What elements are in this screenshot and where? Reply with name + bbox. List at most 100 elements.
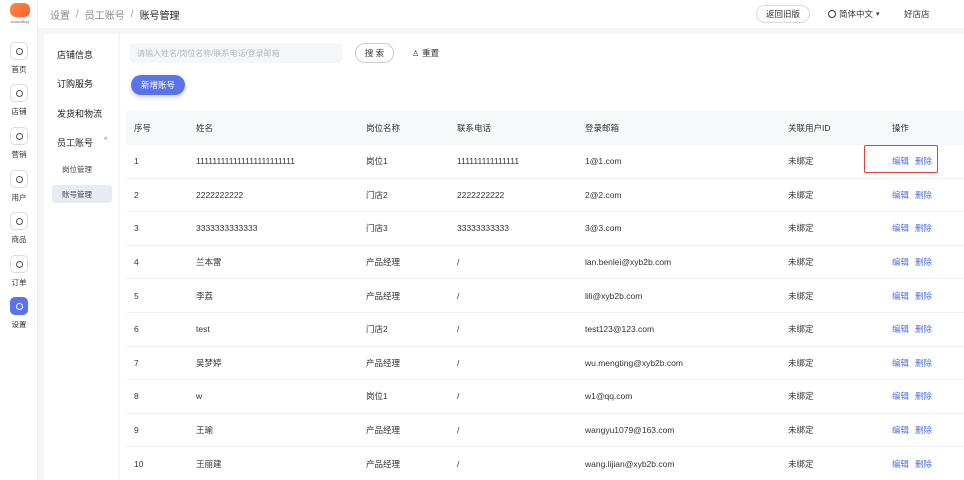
breadcrumb-item-settings[interactable]: 设置	[50, 7, 70, 22]
rail-item[interactable]: 商品	[0, 212, 38, 252]
table-cell: 吴梦婷	[196, 357, 222, 368]
table-row: 2 2222222222 门店2 2222222222 2@2.com 未绑定 编辑 删除	[126, 179, 964, 213]
column-header: 岗位名称	[366, 123, 401, 133]
delete-button[interactable]: 删除	[915, 390, 932, 402]
table-cell: 3	[134, 223, 139, 234]
table-cell: wu.mengting@xyb2b.com	[585, 357, 683, 368]
rail-item[interactable]: 店铺	[0, 84, 38, 124]
table-body: 1 111111111111111111111111 岗位1 111111111111…	[126, 145, 964, 480]
edit-button[interactable]: 编辑	[892, 290, 909, 302]
delete-button[interactable]: 删除	[915, 323, 932, 335]
breadcrumb-separator: /	[76, 8, 79, 20]
reset-label: 重置	[422, 48, 440, 58]
delete-button[interactable]: 删除	[915, 256, 932, 268]
breadcrumb-item-staff[interactable]: 员工账号	[85, 7, 125, 22]
sidebar-item-shipping[interactable]: 发货和物流	[57, 107, 102, 120]
rail-item[interactable]: 首页	[0, 42, 38, 82]
rail-item-label: 订单	[11, 278, 27, 287]
table-cell: test123@123.com	[585, 324, 655, 335]
table-row: 7 吴梦婷 产品经理 / wu.mengting@xyb2b.com 未绑定 编辑 删除	[126, 347, 964, 381]
table-cell: 2@2.com	[585, 189, 622, 200]
edit-button[interactable]: 编辑	[892, 256, 909, 268]
table-cell: 李荔	[196, 290, 214, 301]
table-cell: lan.benlei@xyb2b.com	[585, 257, 672, 268]
table-cell: /	[457, 290, 460, 301]
sidebar-item-shop-info[interactable]: 店铺信息	[57, 48, 93, 61]
row-actions: 编辑 删除	[892, 347, 938, 380]
delete-button[interactable]: 删除	[915, 189, 932, 201]
sidebar-item-account-management[interactable]: 账号管理	[52, 185, 112, 203]
table-cell: 2	[134, 189, 139, 200]
table-cell: wangyu1079@163.com	[585, 425, 675, 436]
column-header: 联系电话	[457, 123, 492, 133]
rail-item-label: 营销	[11, 150, 27, 159]
breadcrumb: 设置 / 员工账号 / 账号管理	[50, 7, 180, 22]
table-cell: 未绑定	[788, 156, 814, 167]
table-cell: 门店3	[366, 223, 388, 234]
table-cell: wang.lijian@xyb2b.com	[585, 458, 675, 469]
table-cell: 5	[134, 290, 139, 301]
edit-button[interactable]: 编辑	[892, 357, 909, 369]
accounts-table: 序号 姓名 岗位名称 联系电话 登录邮箱 关联用户ID 操作 1 11111111…	[126, 111, 964, 480]
table-cell: 3333333333333	[196, 223, 258, 234]
rail-item[interactable]: 用户	[0, 170, 38, 210]
delete-button[interactable]: 删除	[915, 458, 932, 470]
table-cell: lili@xyb2b.com	[585, 290, 643, 301]
rail-item[interactable]: 设置	[0, 297, 38, 337]
app-logo[interactable]: UnionBuy	[9, 3, 31, 29]
table-header: 序号 姓名 岗位名称 联系电话 登录邮箱 关联用户ID 操作	[126, 111, 964, 145]
delete-button[interactable]: 删除	[915, 424, 932, 436]
edit-button[interactable]: 编辑	[892, 323, 909, 335]
language-selector[interactable]: 简体中文 ▾	[828, 8, 880, 20]
edit-button[interactable]: 编辑	[892, 155, 909, 167]
row-actions: 编辑 删除	[892, 212, 938, 245]
row-actions: 编辑 删除	[892, 246, 938, 279]
delete-button[interactable]: 删除	[915, 290, 932, 302]
edit-button[interactable]: 编辑	[892, 458, 909, 470]
table-row: 10 王丽建 产品经理 / wang.lijian@xyb2b.com 未绑定 编辑 删除	[126, 447, 964, 480]
edit-button[interactable]: 编辑	[892, 390, 909, 402]
search-input[interactable]	[130, 43, 342, 63]
rail-item-label: 商品	[11, 235, 27, 244]
bag-icon	[10, 212, 28, 230]
column-header: 关联用户ID	[788, 123, 831, 133]
table-row: 8 w 岗位1 / w1@qq.com 未绑定 编辑 删除	[126, 380, 964, 414]
back-to-old-version-button[interactable]: 返回旧版	[756, 5, 810, 23]
row-actions: 编辑 删除	[892, 447, 938, 480]
reset-button[interactable]: ♙ 重置	[412, 47, 439, 59]
table-cell: 3@3.com	[585, 223, 622, 234]
sidebar-item-staff-accounts[interactable]: 员工账号	[57, 136, 93, 149]
sidebar-item-positions[interactable]: 岗位管理	[52, 160, 112, 178]
table-cell: 111111111111111	[457, 156, 520, 167]
edit-button[interactable]: 编辑	[892, 424, 909, 436]
search-button[interactable]: 搜 索	[355, 43, 394, 63]
edit-button[interactable]: 编辑	[892, 189, 909, 201]
edit-button[interactable]: 编辑	[892, 222, 909, 234]
rail-item-label: 用户	[11, 193, 27, 202]
row-actions: 编辑 删除	[892, 279, 938, 312]
delete-button[interactable]: 删除	[915, 155, 932, 167]
table-cell: 王瑜	[196, 425, 214, 436]
delete-button[interactable]: 删除	[915, 222, 932, 234]
language-label: 简体中文	[839, 9, 874, 19]
chevron-up-icon[interactable]: ^	[104, 137, 107, 144]
table-cell: 7	[134, 357, 139, 368]
chevron-down-icon: ▾	[876, 11, 880, 18]
table-cell: w1@qq.com	[585, 391, 633, 402]
shop-name[interactable]: 好店店	[904, 8, 930, 20]
table-cell: w	[196, 391, 203, 402]
logo-text: UnionBuy	[10, 19, 30, 24]
table-cell: 10	[134, 458, 144, 469]
rail-item[interactable]: 营销	[0, 127, 38, 167]
delete-button[interactable]: 删除	[915, 357, 932, 369]
table-cell: 未绑定	[788, 223, 814, 234]
table-cell: 岗位1	[366, 156, 388, 167]
add-account-button[interactable]: 新增账号	[131, 75, 185, 95]
sidebar-item-subscription[interactable]: 订购服务	[57, 77, 93, 90]
table-cell: 8	[134, 391, 139, 402]
rail-item-label: 设置	[11, 320, 27, 329]
rail-item[interactable]: 订单	[0, 255, 38, 295]
table-cell: 33333333333	[457, 223, 510, 234]
table-cell: 未绑定	[788, 257, 814, 268]
home-icon	[10, 42, 28, 60]
